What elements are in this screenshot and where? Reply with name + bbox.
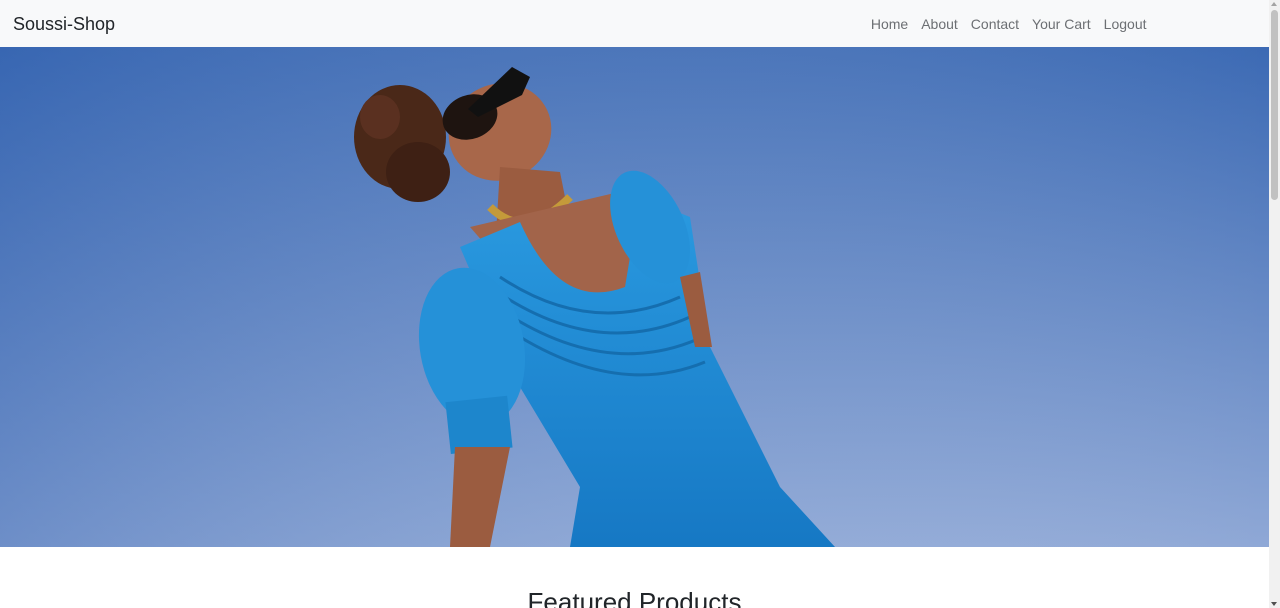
navbar: Soussi-Shop Home About Contact Your Cart…: [0, 0, 1269, 47]
nav-link-contact[interactable]: Contact: [964, 14, 1025, 34]
scroll-up-arrow-icon[interactable]: [1271, 2, 1277, 6]
hero-banner-image: [0, 47, 1269, 547]
nav-link-cart[interactable]: Your Cart: [1026, 14, 1098, 34]
scroll-down-arrow-icon[interactable]: [1271, 602, 1277, 606]
nav-link-about[interactable]: About: [915, 14, 965, 34]
nav-link-home[interactable]: Home: [864, 14, 914, 34]
viewport: Soussi-Shop Home About Contact Your Cart…: [0, 0, 1269, 608]
page: Soussi-Shop Home About Contact Your Cart…: [0, 0, 1280, 608]
nav-links: Home About Contact Your Cart Logout: [864, 14, 1153, 34]
featured-products-title: Featured Products: [527, 587, 742, 608]
nav-link-logout[interactable]: Logout: [1097, 14, 1153, 34]
hero-illustration: [0, 47, 1269, 547]
vertical-scrollbar[interactable]: [1269, 0, 1280, 608]
scrollbar-thumb[interactable]: [1271, 10, 1278, 200]
brand-link[interactable]: Soussi-Shop: [13, 12, 115, 36]
